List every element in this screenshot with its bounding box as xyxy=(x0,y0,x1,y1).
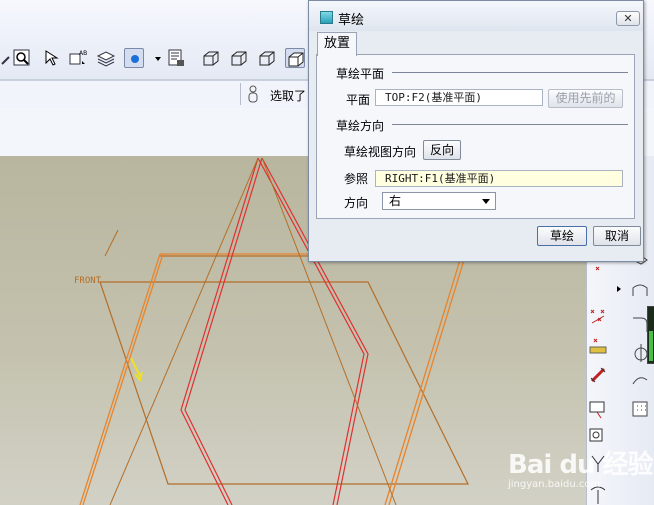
status-meter xyxy=(647,306,654,364)
arc-tool-icon[interactable] xyxy=(629,280,651,302)
flyout-arrow-icon[interactable] xyxy=(617,286,621,292)
front-datum-plane xyxy=(99,281,469,485)
plane-field[interactable]: TOP:F2(基准平面) xyxy=(375,89,543,106)
reference-label: 参照 xyxy=(344,172,369,186)
dialog-titlebar[interactable]: 草绘 ✕ xyxy=(309,1,643,31)
sketch-app-icon xyxy=(320,11,333,24)
placement-panel: 草绘平面 平面 TOP:F2(基准平面) 使用先前的 草绘方向 草绘视图方向 反… xyxy=(316,54,635,219)
sketch-view-direction-label: 草绘视图方向 xyxy=(344,145,417,159)
orientation-label: 方向 xyxy=(344,196,369,210)
sketch-dialog: 草绘 ✕ 放置 草绘平面 平面 TOP:F2(基准平面) 使用先前的 草绘方向 … xyxy=(308,0,644,262)
csys-tool-icon[interactable] xyxy=(587,334,609,356)
front-datum-label: FRONT xyxy=(74,276,102,286)
point-tool-icon[interactable] xyxy=(587,306,609,328)
orientation-select[interactable]: 右 xyxy=(382,192,496,210)
section-divider xyxy=(392,72,628,73)
orientation-selected-value: 右 xyxy=(389,194,402,208)
datum-plane-edge xyxy=(104,229,310,257)
watermark-brand: Bai du 经验 xyxy=(508,450,653,480)
plane-label: 平面 xyxy=(346,93,371,107)
flip-button[interactable]: 反向 xyxy=(423,140,461,160)
tab-placement[interactable]: 放置 xyxy=(317,32,357,56)
section-divider xyxy=(392,124,628,125)
watermark: Bai du 经验 jingyan.baidu.com xyxy=(508,444,653,490)
chain-tool-icon[interactable] xyxy=(587,364,609,386)
use-previous-button[interactable]: 使用先前的 xyxy=(548,89,623,108)
pattern-tool-icon[interactable] xyxy=(629,398,651,420)
sketch-orientation-section-label: 草绘方向 xyxy=(336,119,385,133)
sweep-tool-icon[interactable] xyxy=(629,370,651,392)
orientation-arrow-icon xyxy=(130,357,143,383)
cancel-button[interactable]: 取消 xyxy=(593,226,641,246)
plane-tool-icon[interactable] xyxy=(587,398,609,420)
sketch-line-right xyxy=(384,259,465,505)
reference-field[interactable]: RIGHT:F1(基准平面) xyxy=(375,170,623,187)
sketch-ok-button[interactable]: 草绘 xyxy=(537,226,587,246)
dialog-title: 草绘 xyxy=(338,13,365,28)
chevron-down-icon xyxy=(482,199,490,204)
close-button[interactable]: ✕ xyxy=(616,11,640,26)
sketch-line-left xyxy=(79,253,164,505)
sketch-plane-section-label: 草绘平面 xyxy=(336,67,385,81)
